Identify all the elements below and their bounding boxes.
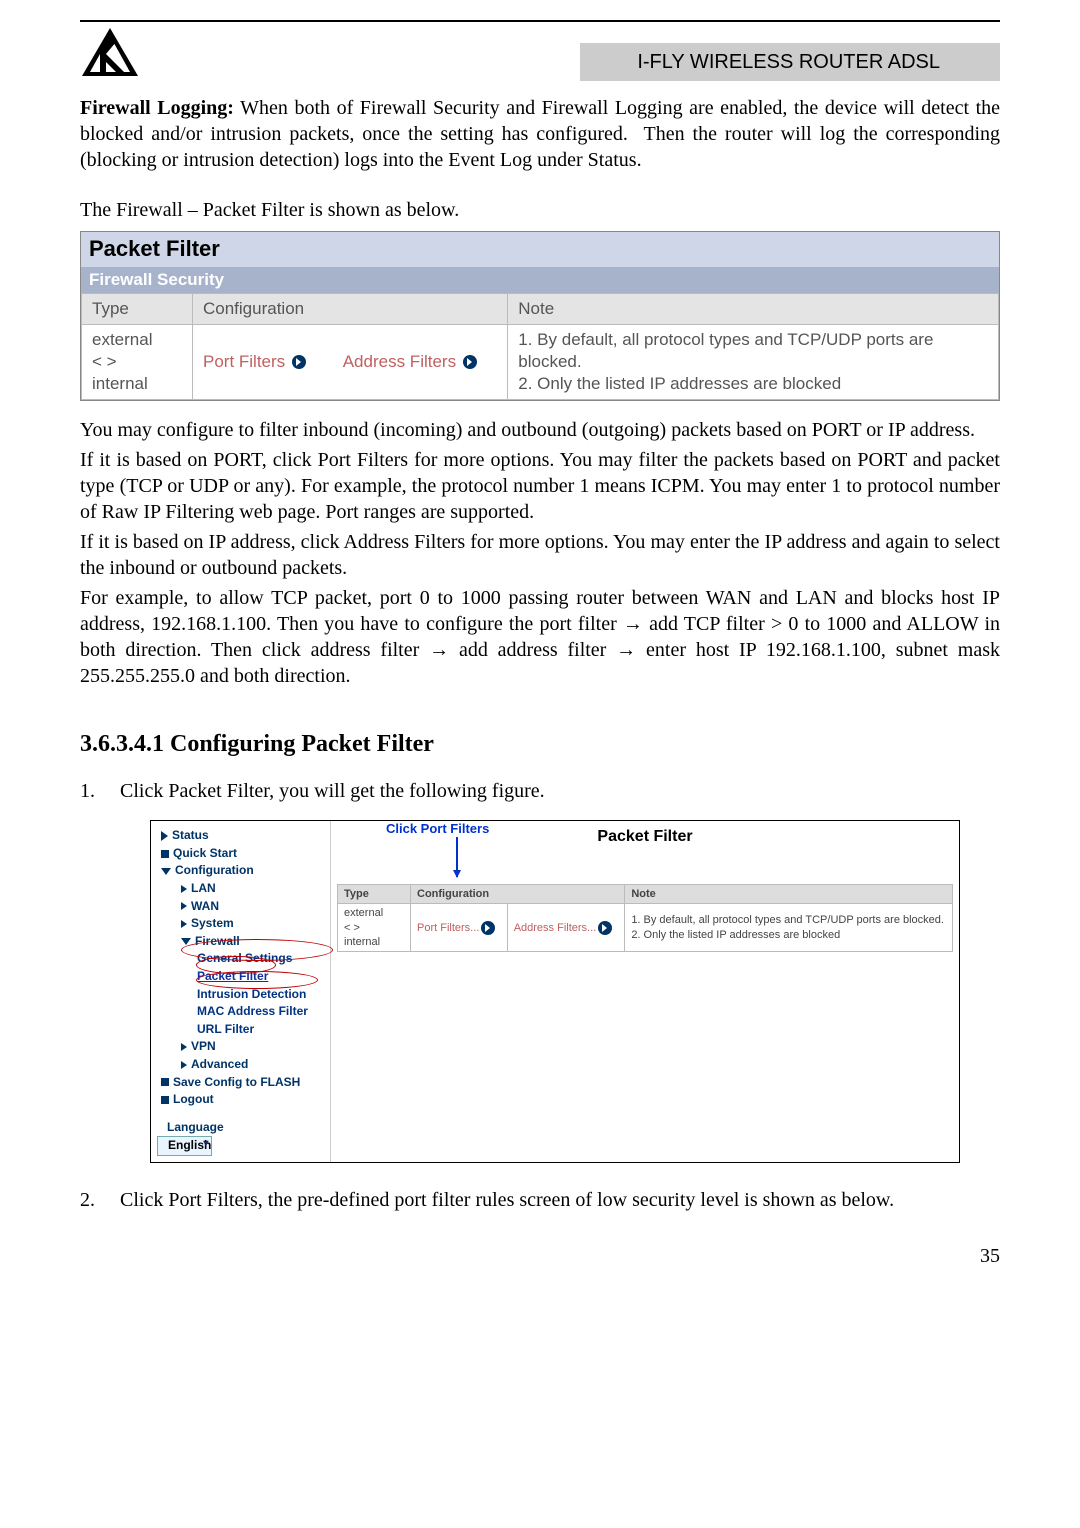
sidebar-item-label: Configuration — [175, 863, 254, 879]
step-1: 1. Click Packet Filter, you will get the… — [80, 778, 1000, 804]
packet-filter-box: Packet Filter Firewall Security Type Con… — [80, 231, 1000, 401]
sidebar-item-save[interactable]: Save Config to FLASH — [157, 1074, 324, 1092]
step-2-text: Click Port Filters, the pre-defined port… — [120, 1187, 894, 1213]
triangle-icon — [181, 902, 187, 910]
nav-sidebar: Status Quick Start Configuration LAN WAN… — [151, 821, 331, 1162]
embed-cell-af[interactable]: Address Filters... — [507, 904, 625, 952]
triangle-icon — [181, 1043, 187, 1051]
paragraph-firewall-logging: Firewall Logging: When both of Firewall … — [80, 95, 1000, 173]
page-number: 35 — [80, 1243, 1000, 1269]
paragraph-ip-based: If it is based on IP address, click Addr… — [80, 529, 1000, 581]
step-2: 2. Click Port Filters, the pre-defined p… — [80, 1187, 1000, 1213]
language-label: Language — [157, 1119, 324, 1137]
triangle-open-icon — [161, 868, 171, 875]
embed-cell-note: 1. By default, all protocol types and TC… — [625, 904, 953, 952]
sidebar-item-system[interactable]: System — [157, 915, 324, 933]
embed-col-type: Type — [338, 885, 411, 904]
sidebar-item-label: Advanced — [191, 1057, 248, 1073]
embed-table: Type Configuration Note external < > int… — [337, 884, 953, 952]
embed-cell-pf[interactable]: Port Filters... — [411, 904, 508, 952]
col-configuration: Configuration — [193, 293, 508, 324]
square-icon — [161, 1096, 169, 1104]
step-2-number: 2. — [80, 1187, 120, 1213]
col-type: Type — [82, 293, 193, 324]
cell-note: 1. By default, all protocol types and TC… — [508, 324, 999, 399]
sidebar-item-advanced[interactable]: Advanced — [157, 1056, 324, 1074]
sidebar-item-status[interactable]: Status — [157, 827, 324, 845]
embed-main: Packet Filter Type Configuration Note ex… — [331, 821, 959, 1162]
sidebar-item-wan[interactable]: WAN — [157, 898, 324, 916]
paragraph-port-based: If it is based on PORT, click Port Filte… — [80, 447, 1000, 525]
paragraph-example: For example, to allow TCP packet, port 0… — [80, 585, 1000, 689]
step-1-number: 1. — [80, 778, 120, 804]
play-icon[interactable] — [463, 355, 477, 369]
sidebar-item-quickstart[interactable]: Quick Start — [157, 845, 324, 863]
sidebar-item-logout[interactable]: Logout — [157, 1091, 324, 1109]
embedded-screenshot: Click Port Filters Status Quick Start Co… — [150, 820, 960, 1163]
top-rule — [80, 20, 1000, 22]
sidebar-item-label: Quick Start — [173, 846, 237, 862]
sidebar-item-label: Save Config to FLASH — [173, 1075, 300, 1091]
port-filters-link[interactable]: Port Filters — [203, 352, 285, 371]
sidebar-item-lan[interactable]: LAN — [157, 880, 324, 898]
sidebar-item-label: System — [191, 916, 234, 932]
play-icon[interactable] — [598, 921, 612, 935]
address-filters-link[interactable]: Address Filters — [343, 352, 456, 371]
embed-col-note: Note — [625, 885, 953, 904]
step-1-text: Click Packet Filter, you will get the fo… — [120, 778, 545, 804]
paragraph-intro: The Firewall – Packet Filter is shown as… — [80, 197, 1000, 223]
sidebar-item-label: Logout — [173, 1092, 214, 1108]
section-heading: 3.6.3.4.1 Configuring Packet Filter — [80, 729, 1000, 760]
language-select[interactable]: English — [157, 1136, 212, 1156]
sidebar-item-label: VPN — [191, 1039, 216, 1055]
triangle-icon — [181, 1061, 187, 1069]
square-icon — [161, 850, 169, 858]
cell-address-filters[interactable]: Address Filters — [333, 324, 508, 399]
callout-label: Click Port Filters — [386, 821, 489, 838]
sidebar-item-label: LAN — [191, 881, 216, 897]
square-icon — [161, 1078, 169, 1086]
sidebar-item-url-filter[interactable]: URL Filter — [157, 1021, 324, 1039]
embed-cell-type: external < > internal — [338, 904, 411, 952]
embed-address-filters-link[interactable]: Address Filters... — [514, 922, 597, 934]
arrow-icon — [456, 837, 458, 877]
play-icon[interactable] — [292, 355, 306, 369]
triangle-icon — [161, 831, 168, 841]
doc-title: I-FLY WIRELESS ROUTER ADSL — [580, 43, 1000, 81]
triangle-icon — [181, 885, 187, 893]
packet-filter-table: Type Configuration Note external < > int… — [81, 293, 999, 400]
triangle-icon — [181, 920, 187, 928]
cell-port-filters[interactable]: Port Filters — [193, 324, 333, 399]
sidebar-item-configuration[interactable]: Configuration — [157, 862, 324, 880]
paragraph-configure: You may configure to filter inbound (inc… — [80, 417, 1000, 443]
firewall-security-subtitle: Firewall Security — [81, 267, 999, 293]
col-note: Note — [508, 293, 999, 324]
logo-icon — [80, 26, 140, 81]
embed-col-config: Configuration — [411, 885, 625, 904]
play-icon[interactable] — [481, 921, 495, 935]
sidebar-item-label: Status — [172, 828, 209, 844]
page-header: I-FLY WIRELESS ROUTER ADSL — [80, 26, 1000, 81]
sidebar-item-mac-filter[interactable]: MAC Address Filter — [157, 1003, 324, 1021]
cell-type: external < > internal — [82, 324, 193, 399]
embed-port-filters-link[interactable]: Port Filters... — [417, 922, 479, 934]
sidebar-item-label: WAN — [191, 899, 219, 915]
packet-filter-title: Packet Filter — [81, 232, 999, 267]
sidebar-item-vpn[interactable]: VPN — [157, 1038, 324, 1056]
